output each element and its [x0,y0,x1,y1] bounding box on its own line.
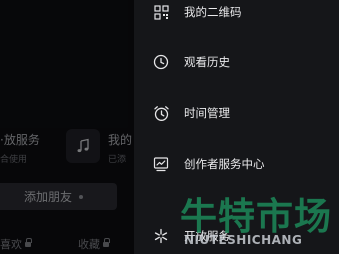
menu-item-open-service[interactable]: 开放服务 [134,220,339,252]
open-service-partial-label: ·放服务 [0,133,40,147]
dim-overlay[interactable] [0,0,134,254]
lock-icon [25,237,32,248]
tab-like-label: 喜欢 [0,238,22,251]
alarm-clock-icon [152,104,170,122]
music-note-icon [77,138,89,153]
lock-icon [103,237,110,248]
creator-chart-icon [152,155,170,173]
my-music-partial-sub: 已添 [108,155,127,165]
notification-dot [79,194,83,199]
background-profile-page: ·放服务 合使用 我的 已添 添加朋友 喜欢 收藏 [0,0,134,254]
menu-item-my-qr-code[interactable]: 我的二维码 [134,0,339,28]
side-drawer-menu: 我的二维码 观看历史 时间管理 创作者服务中心 开放服务 [134,0,339,254]
menu-item-creator-service-center[interactable]: 创作者服务中心 [134,148,339,180]
tab-favorite-label: 收藏 [78,238,100,251]
my-music-partial-label: 我的 [108,133,133,147]
menu-label: 时间管理 [184,106,230,120]
menu-item-time-management[interactable]: 时间管理 [134,97,339,129]
menu-label: 我的二维码 [184,5,242,19]
qr-code-icon [152,3,170,21]
add-friend-label: 添加朋友 [23,190,72,204]
add-friend-button[interactable]: 添加朋友 [0,183,117,210]
music-tile [66,129,100,163]
menu-label: 观看历史 [184,55,230,69]
open-service-partial-sub: 合使用 [0,155,28,165]
menu-label: 创作者服务中心 [184,157,265,171]
tab-like[interactable]: 喜欢 [0,236,32,252]
sparkle-icon [152,227,170,245]
menu-item-watch-history[interactable]: 观看历史 [134,46,339,78]
clock-icon [152,53,170,71]
tab-favorite[interactable]: 收藏 [78,236,110,252]
menu-label: 开放服务 [184,229,230,243]
